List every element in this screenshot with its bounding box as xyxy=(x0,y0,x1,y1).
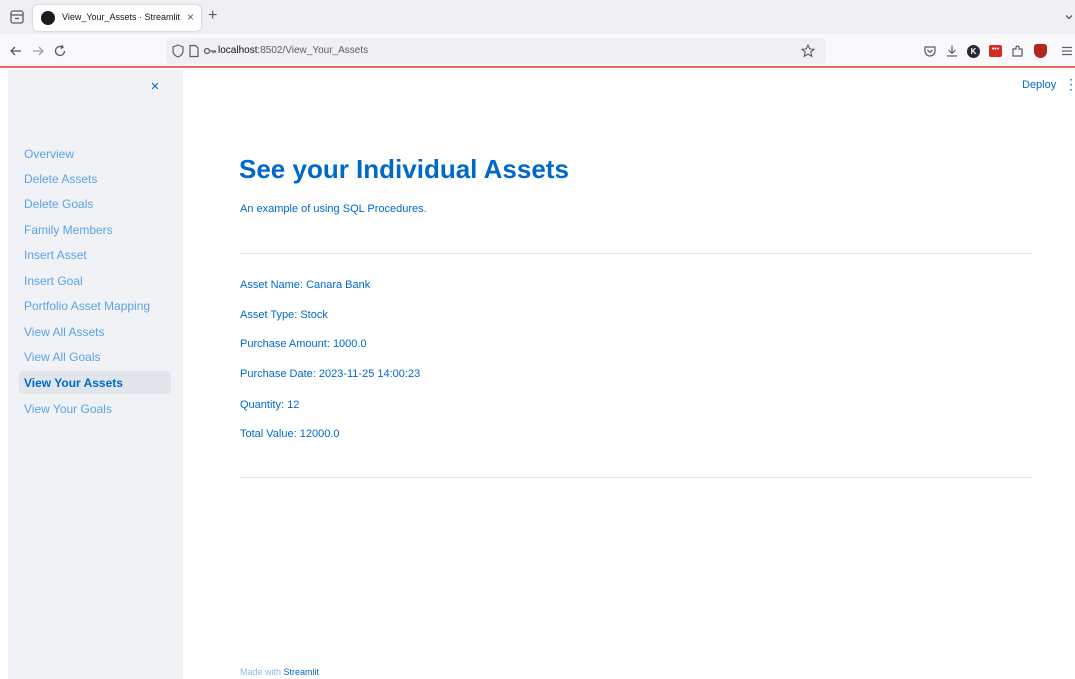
sidebar-item-label: Portfolio Asset Mapping xyxy=(24,299,151,313)
new-tab-button[interactable]: + xyxy=(208,6,217,26)
menu-icon[interactable] xyxy=(1059,43,1075,59)
sidebar-item-portfolio-asset-mapping[interactable]: Portfolio Asset Mapping xyxy=(19,294,171,317)
extension-k-icon[interactable]: K xyxy=(967,45,980,58)
sidebar-item-label: Insert Asset xyxy=(24,248,87,262)
sidebar-item-view-all-assets[interactable]: View All Assets xyxy=(19,320,171,343)
close-icon[interactable]: × xyxy=(148,79,162,94)
quantity-text: Quantity: 12 xyxy=(240,399,300,411)
sidebar-item-label: Family Members xyxy=(24,223,113,237)
streamlit-link[interactable]: Streamlit xyxy=(284,667,320,677)
pocket-icon[interactable] xyxy=(922,43,938,59)
more-vertical-icon[interactable]: ⋮ xyxy=(1064,77,1075,91)
purchase-date-text: Purchase Date: 2023-11-25 14:00:23 xyxy=(240,368,421,380)
star-icon[interactable] xyxy=(800,43,816,59)
asset-type-text: Asset Type: Stock xyxy=(240,309,328,321)
sidebar-item-insert-asset[interactable]: Insert Asset xyxy=(19,243,171,266)
tab-title: View_Your_Assets · Streamlit xyxy=(62,12,181,22)
tab-strip: View_Your_Assets · Streamlit × + xyxy=(0,0,1075,34)
asset-name-text: Asset Name: Canara Bank xyxy=(240,279,371,291)
tab-close-icon[interactable]: × xyxy=(187,10,194,24)
footer: Made with Streamlit xyxy=(240,667,319,677)
url-bar[interactable]: localhost:8502/View_Your_Assets xyxy=(166,38,826,64)
sidebar-item-overview[interactable]: Overview xyxy=(19,142,171,165)
streamlit-favicon-icon xyxy=(41,11,55,25)
tracking-shield-icon[interactable] xyxy=(170,43,186,59)
sidebar-item-family-members[interactable]: Family Members xyxy=(19,218,171,241)
sidebar-item-label: Insert Goal xyxy=(24,274,83,288)
sidebar-item-delete-goals[interactable]: Delete Goals xyxy=(19,192,171,215)
tab-list-icon[interactable] xyxy=(8,8,26,26)
total-value-text: Total Value: 12000.0 xyxy=(240,428,340,440)
url-host: localhost xyxy=(218,45,258,56)
sidebar-item-label: View All Goals xyxy=(24,350,101,364)
footer-prefix: Made with xyxy=(240,667,282,677)
sidebar-item-view-your-goals[interactable]: View Your Goals xyxy=(19,397,171,420)
url-path: :8502/View_Your_Assets xyxy=(257,45,369,56)
sidebar-item-label: Delete Goals xyxy=(24,197,94,211)
download-icon[interactable] xyxy=(944,43,960,59)
sidebar-item-label: View All Assets xyxy=(24,325,105,339)
puzzle-icon[interactable] xyxy=(1010,43,1026,59)
sidebar: × Overview Delete Assets Delete Goals Fa… xyxy=(8,70,183,679)
deploy-button[interactable]: Deploy xyxy=(1022,79,1056,91)
sidebar-item-label: Overview xyxy=(24,147,75,161)
forward-arrow-icon[interactable] xyxy=(30,43,46,59)
page-title: See your Individual Assets xyxy=(239,154,569,184)
purchase-amount-text: Purchase Amount: 1000.0 xyxy=(240,338,367,350)
sidebar-item-delete-assets[interactable]: Delete Assets xyxy=(19,167,171,190)
main-content: Deploy ⋮ See your Individual Assets An e… xyxy=(183,70,1075,679)
divider-bottom xyxy=(240,477,1032,478)
sidebar-item-label: Delete Assets xyxy=(24,172,98,186)
sidebar-item-view-all-goals[interactable]: View All Goals xyxy=(19,345,171,368)
page-caption: An example of using SQL Procedures. xyxy=(240,203,427,215)
browser-window: View_Your_Assets · Streamlit × + localho… xyxy=(0,0,1075,679)
reload-icon[interactable] xyxy=(52,43,68,59)
nav-bar: localhost:8502/View_Your_Assets K ••• xyxy=(0,34,1075,68)
sidebar-item-insert-goal[interactable]: Insert Goal xyxy=(19,269,171,292)
page-icon[interactable] xyxy=(186,43,202,59)
browser-tab-active[interactable]: View_Your_Assets · Streamlit × xyxy=(33,5,201,31)
extension-password-icon[interactable]: ••• xyxy=(989,45,1002,57)
key-icon[interactable] xyxy=(202,43,218,59)
sidebar-item-label: View Your Goals xyxy=(24,402,112,416)
sidebar-item-view-your-assets[interactable]: View Your Assets xyxy=(19,371,171,394)
extension-shield-icon[interactable] xyxy=(1034,44,1047,58)
sidebar-item-label: View Your Assets xyxy=(24,376,123,390)
divider-top xyxy=(240,253,1032,254)
url-text: localhost:8502/View_Your_Assets xyxy=(218,45,368,56)
chevron-down-icon[interactable] xyxy=(1063,10,1075,22)
back-arrow-icon[interactable] xyxy=(8,43,24,59)
